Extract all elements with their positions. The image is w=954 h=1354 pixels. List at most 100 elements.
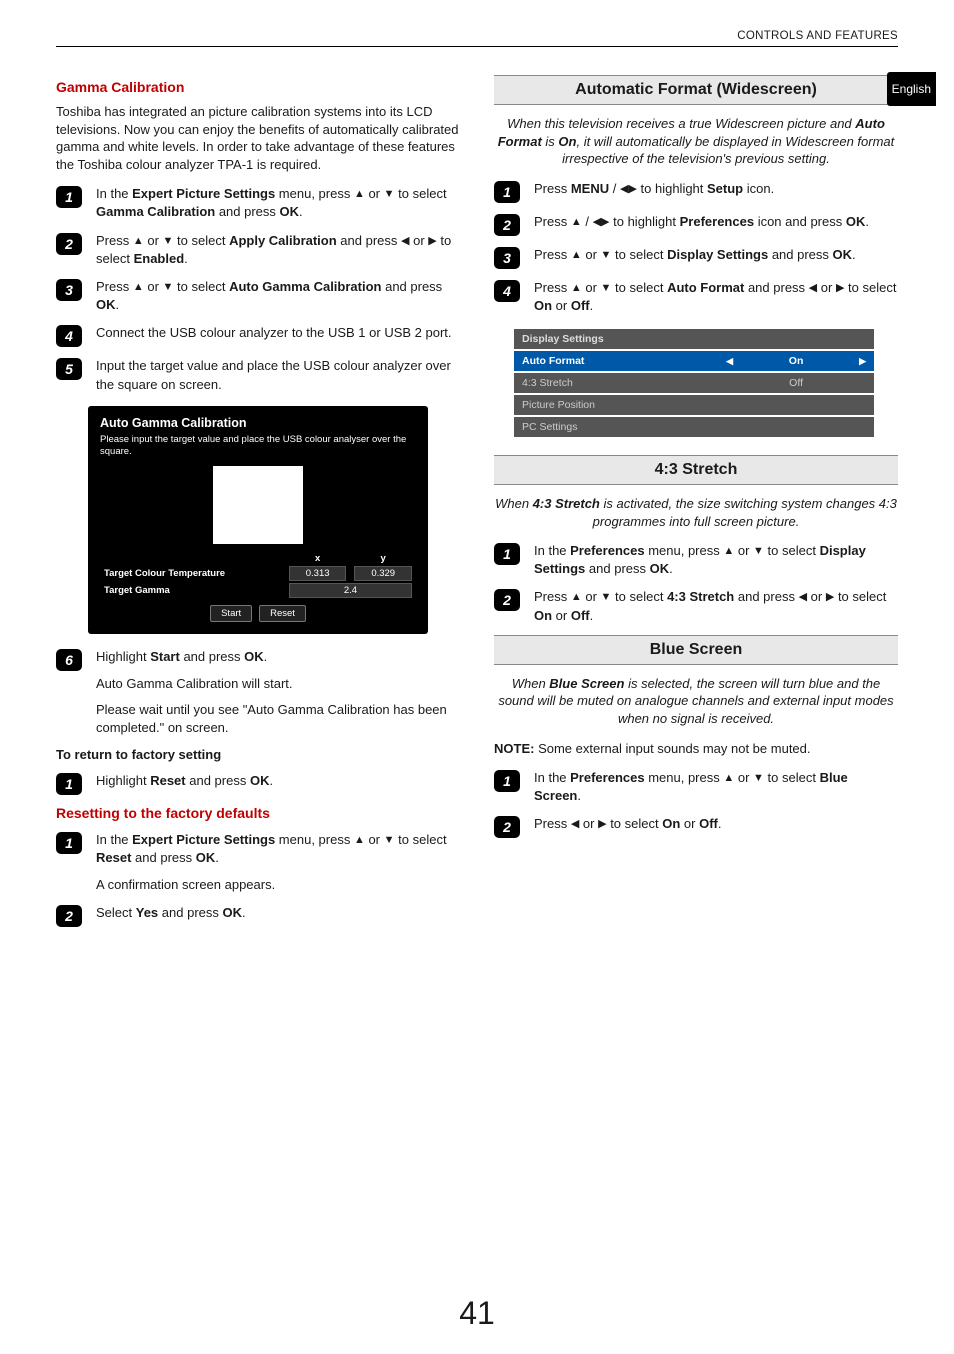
step-body: Press ▲ or ▼ to select Auto Gamma Calibr… (96, 278, 460, 314)
step-text: Select Yes and press OK. (96, 904, 460, 922)
auto-format-title: Automatic Format (Widescreen) (494, 75, 898, 105)
step-text: Press MENU / ◀▶ to highlight Setup icon. (534, 180, 898, 198)
step-number-badge: 3 (494, 247, 520, 269)
osd-title: Auto Gamma Calibration (100, 416, 416, 430)
osd-x-label: x (285, 552, 351, 565)
step-number-badge: 4 (56, 325, 82, 347)
menu-row-value: On (741, 351, 851, 371)
blue-title: Blue Screen (494, 635, 898, 665)
step-body: In the Expert Picture Settings menu, pre… (96, 185, 460, 221)
reset-heading: Resetting to the factory defaults (56, 805, 460, 821)
instruction-step: 5Input the target value and place the US… (56, 357, 460, 393)
left-arrow-icon (718, 417, 741, 437)
step-text: Highlight Reset and press OK. (96, 772, 460, 790)
note-text: Some external input sounds may not be mu… (534, 741, 810, 756)
osd-row1-x: 0.313 (289, 566, 347, 581)
language-tab: English (887, 72, 936, 106)
step-text: In the Preferences menu, press ▲ or ▼ to… (534, 769, 898, 805)
step-body: Press ▲ or ▼ to select Apply Calibration… (96, 232, 460, 268)
step-text: Press ▲ or ▼ to select Auto Format and p… (534, 279, 898, 315)
note-label: NOTE: (494, 741, 534, 756)
gamma-step-6: 6 Highlight Start and press OK. Auto Gam… (56, 648, 460, 737)
step-body: In the Preferences menu, press ▲ or ▼ to… (534, 542, 898, 578)
left-arrow-icon: ◀ (718, 351, 741, 371)
step-text: Press ▲ / ◀▶ to highlight Preferences ic… (534, 213, 898, 231)
menu-row: PC Settings (514, 417, 874, 437)
osd-table: x y Target Colour Temperature 0.313 0.32… (100, 552, 416, 599)
menu-row-label: PC Settings (514, 417, 718, 437)
step-body: Press MENU / ◀▶ to highlight Setup icon. (534, 180, 898, 198)
menu-row: 4:3 Stretch Off (514, 373, 874, 393)
right-arrow-icon (851, 417, 874, 437)
osd-auto-gamma: Auto Gamma Calibration Please input the … (88, 406, 428, 635)
display-settings-menu: Display Settings Auto Format◀On▶4:3 Stre… (514, 327, 874, 439)
header-breadcrumb: CONTROLS AND FEATURES (56, 30, 898, 47)
step-number-badge: 1 (56, 773, 82, 795)
auto-format-steps: 1 Press MENU / ◀▶ to highlight Setup icon… (494, 180, 898, 315)
step-body: In the Preferences menu, press ▲ or ▼ to… (534, 769, 898, 805)
step-body: Input the target value and place the USB… (96, 357, 460, 393)
instruction-step: 2Press ◀ or ▶ to select On or Off. (494, 815, 898, 838)
menu-row-label: Auto Format (514, 351, 718, 371)
step-text: Press ▲ or ▼ to select 4:3 Stretch and p… (534, 588, 898, 624)
left-arrow-icon (718, 373, 741, 393)
step-number-badge: 2 (56, 233, 82, 255)
left-column: Gamma Calibration Toshiba has integrated… (56, 69, 460, 937)
osd-start-button: Start (210, 605, 252, 622)
menu-row-value: Off (741, 373, 851, 393)
step-body: Select Yes and press OK. (96, 904, 460, 922)
menu-row: Auto Format◀On▶ (514, 351, 874, 371)
stretch-title: 4:3 Stretch (494, 455, 898, 485)
blue-note: NOTE: Some external input sounds may not… (494, 740, 898, 758)
step-number-badge: 1 (494, 181, 520, 203)
step-text: In the Expert Picture Settings menu, pre… (96, 185, 460, 221)
menu-row-value (741, 417, 851, 437)
step-body: Press ▲ or ▼ to select Display Settings … (534, 246, 898, 264)
osd-row2-val: 2.4 (289, 583, 412, 598)
step-number-badge: 2 (494, 214, 520, 236)
stretch-intro: When 4:3 Stretch is activated, the size … (494, 495, 898, 530)
left-arrow-icon (718, 395, 741, 415)
menu-row-label: 4:3 Stretch (514, 373, 718, 393)
menu-row-label: Picture Position (514, 395, 718, 415)
instruction-step: 1In the Expert Picture Settings menu, pr… (56, 185, 460, 221)
step-text: Connect the USB colour analyzer to the U… (96, 324, 460, 342)
step-number-badge: 6 (56, 649, 82, 671)
step-number-badge: 1 (494, 770, 520, 792)
return-step-1: 1 Highlight Reset and press OK. (56, 772, 460, 795)
step-body: Press ▲ / ◀▶ to highlight Preferences ic… (534, 213, 898, 231)
auto-format-intro: When this television receives a true Wid… (494, 115, 898, 168)
menu-header: Display Settings (514, 329, 874, 349)
menu-row: Picture Position (514, 395, 874, 415)
step-text: Press ▲ or ▼ to select Display Settings … (534, 246, 898, 264)
step-number-badge: 2 (494, 589, 520, 611)
step-number-badge: 1 (494, 543, 520, 565)
step-text: Press ▲ or ▼ to select Apply Calibration… (96, 232, 460, 268)
instruction-step: 2 Press ▲ or ▼ to select Apply Calibratio… (56, 232, 460, 268)
menu-rows: Auto Format◀On▶4:3 StretchOffPicture Pos… (514, 351, 874, 437)
step-text: In the Preferences menu, press ▲ or ▼ to… (534, 542, 898, 578)
right-arrow-icon (851, 395, 874, 415)
instruction-step: 2 Press ▲ or ▼ to select 4:3 Stretch and … (494, 588, 898, 624)
step-text: In the Expert Picture Settings menu, pre… (96, 831, 460, 867)
step-text: Press ◀ or ▶ to select On or Off. (534, 815, 898, 833)
osd-hint: Please input the target value and place … (100, 434, 416, 459)
instruction-step: 2 Select Yes and press OK. (56, 904, 460, 927)
osd-row1-label: Target Colour Temperature (100, 565, 285, 582)
gamma-heading: Gamma Calibration (56, 79, 460, 95)
step-number-badge: 4 (494, 280, 520, 302)
blue-steps: 1 In the Preferences menu, press ▲ or ▼ t… (494, 769, 898, 838)
step-number-badge: 2 (56, 905, 82, 927)
step-text: Auto Gamma Calibration will start. (96, 675, 460, 693)
step-number-badge: 1 (56, 832, 82, 854)
instruction-step: 3 Press ▲ or ▼ to select Display Settings… (494, 246, 898, 269)
instruction-step: 3Press ▲ or ▼ to select Auto Gamma Calib… (56, 278, 460, 314)
stretch-steps: 1 In the Preferences menu, press ▲ or ▼ t… (494, 542, 898, 625)
step-body: Connect the USB colour analyzer to the U… (96, 324, 460, 342)
right-arrow-icon: ▶ (851, 351, 874, 371)
step-body: In the Expert Picture Settings menu, pre… (96, 831, 460, 894)
gamma-intro: Toshiba has integrated an picture calibr… (56, 103, 460, 173)
instruction-step: 2 Press ▲ / ◀▶ to highlight Preferences i… (494, 213, 898, 236)
right-column: Automatic Format (Widescreen) When this … (494, 69, 898, 937)
osd-row2-label: Target Gamma (100, 582, 285, 599)
